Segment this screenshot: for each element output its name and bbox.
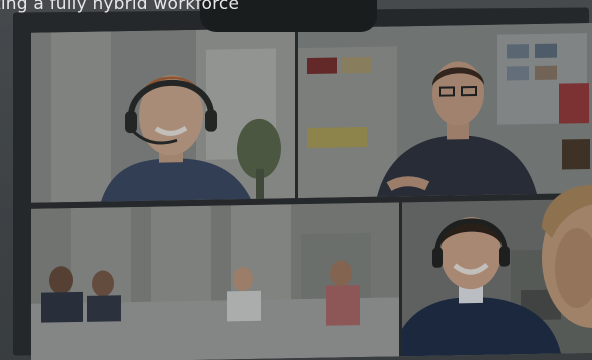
video-tile-meeting-room: [31, 202, 401, 360]
caption-text: ting a fully hybrid workforce: [0, 0, 240, 14]
meeting-room-illustration: [31, 202, 401, 360]
foreground-person-blonde: [532, 168, 592, 360]
tile-divider-vertical-bottom: [399, 202, 402, 357]
photo-scene: ting a fully hybrid workforce: [0, 0, 592, 360]
tile-divider-vertical-top: [295, 28, 298, 199]
video-conference-screen: [31, 22, 592, 360]
video-tile-woman-headset: [31, 28, 297, 203]
woman-headset-illustration: [31, 28, 297, 203]
foreground-person-illustration: [542, 185, 592, 328]
video-wall-monitor: [13, 7, 592, 360]
